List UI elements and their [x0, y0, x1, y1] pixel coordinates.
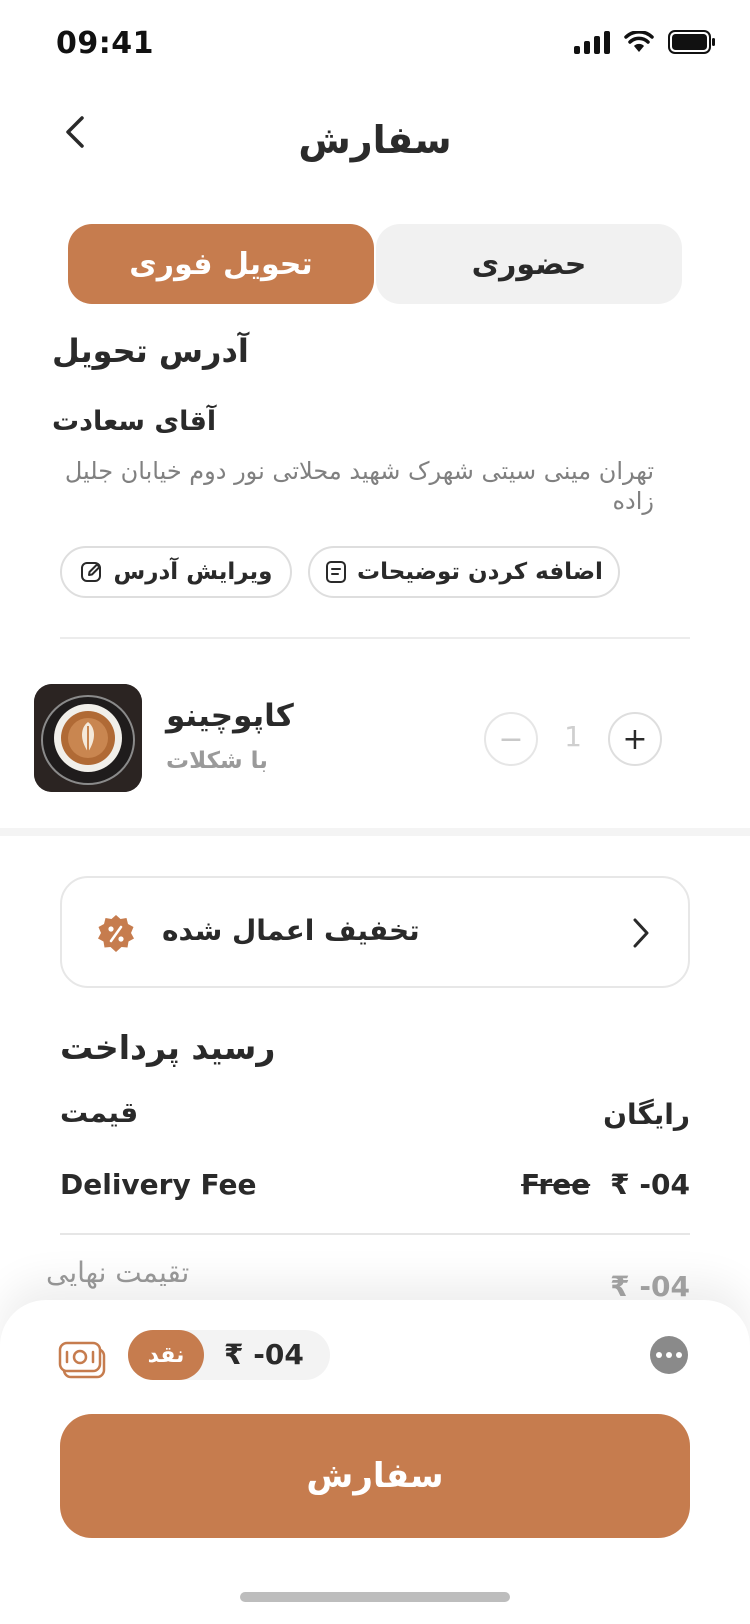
signal-icon	[574, 30, 610, 54]
order-button[interactable]: سفارش	[60, 1414, 690, 1538]
edit-address-button[interactable]: ویرایش آدرس	[60, 546, 292, 598]
section-separator	[0, 828, 750, 836]
cash-icon[interactable]	[58, 1340, 106, 1380]
quantity-value: 1	[564, 720, 582, 753]
edit-address-label: ویرایش آدرس	[113, 559, 273, 585]
status-time: 09:41	[56, 26, 154, 61]
payment-method-pill[interactable]: نقد ₹ -04	[128, 1330, 330, 1380]
edit-icon	[80, 562, 101, 582]
home-indicator	[240, 1592, 510, 1602]
address-name: آقای سعادت	[52, 406, 217, 437]
address-section-title: آدرس تحویل	[52, 332, 249, 370]
page-title: سفارش	[298, 118, 452, 162]
battery-icon	[668, 30, 715, 54]
tab-instant-delivery[interactable]: تحویل فوری	[68, 224, 374, 304]
price-label: قیمت	[60, 1096, 139, 1129]
checkout-sheet: نقد ₹ -04 سفارش	[0, 1300, 750, 1624]
discount-badge-icon	[98, 915, 134, 952]
final-price-value: ₹ -04	[610, 1270, 690, 1303]
divider	[60, 1233, 690, 1235]
plus-icon: +	[622, 721, 648, 757]
discount-label: تخفیف اعمال شده	[162, 914, 420, 947]
status-icons	[574, 30, 716, 54]
minus-icon: −	[498, 721, 524, 757]
add-notes-button[interactable]: اضافه کردن توضیحات	[308, 546, 620, 598]
coffee-cup-image	[34, 684, 142, 792]
applied-discount-row[interactable]: تخفیف اعمال شده	[60, 876, 690, 988]
tab-in-person[interactable]: حضوری	[376, 224, 682, 304]
product-name: کاپوچینو	[166, 698, 294, 734]
delivery-fee-label: Delivery Fee	[60, 1168, 257, 1201]
product-subtitle: با شکلات	[166, 748, 268, 774]
payment-method-badge: نقد	[128, 1330, 204, 1380]
note-icon	[326, 561, 347, 583]
delivery-fee-value: Free ₹ -04	[521, 1168, 690, 1201]
payment-amount: ₹ -04	[224, 1338, 304, 1371]
final-price-label: تقیمت نهایی	[46, 1256, 190, 1289]
more-icon[interactable]	[650, 1336, 688, 1374]
receipt-title: رسید پرداخت	[60, 1028, 276, 1067]
price-value: رایگان	[603, 1098, 690, 1131]
delivery-fee-original: Free	[521, 1168, 591, 1201]
chevron-right-icon	[633, 918, 649, 948]
decrease-quantity-button[interactable]: −	[484, 712, 538, 766]
delivery-fee-amount: ₹ -04	[610, 1168, 690, 1201]
add-notes-label: اضافه کردن توضیحات	[357, 559, 603, 585]
increase-quantity-button[interactable]: +	[608, 712, 662, 766]
wifi-icon	[624, 31, 654, 52]
divider	[60, 637, 690, 639]
address-line: تهران مینی سیتی شهرک شهید محلاتی نور دوم…	[64, 457, 654, 515]
product-image	[34, 684, 142, 792]
